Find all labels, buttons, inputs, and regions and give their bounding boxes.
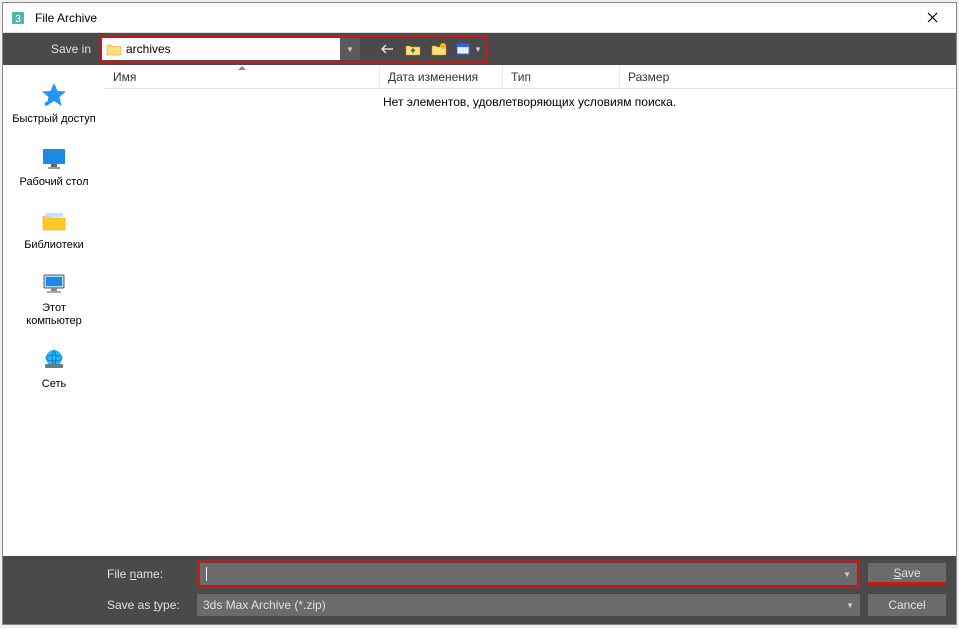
location-dropdown-button[interactable]: ▼ bbox=[340, 38, 360, 60]
sidebar-label: Рабочий стол bbox=[3, 176, 105, 189]
libraries-icon bbox=[38, 205, 70, 237]
up-folder-button[interactable] bbox=[402, 38, 424, 60]
save-in-field[interactable] bbox=[102, 38, 340, 60]
save-button[interactable]: Save bbox=[868, 563, 946, 585]
close-button[interactable] bbox=[912, 4, 952, 32]
column-header-name[interactable]: Имя bbox=[105, 65, 380, 88]
new-folder-button[interactable] bbox=[428, 38, 450, 60]
file-archive-dialog: 3 File Archive Save in ▼ bbox=[2, 2, 957, 625]
titlebar: 3 File Archive bbox=[3, 3, 956, 33]
empty-message: Нет элементов, удовлетворяющих условиям … bbox=[105, 95, 956, 109]
save-as-type-label: Save as type: bbox=[107, 598, 193, 612]
sidebar-label: Сеть bbox=[3, 378, 105, 391]
view-menu-button[interactable]: ▼ bbox=[454, 38, 484, 60]
computer-icon bbox=[38, 268, 70, 300]
window-title: File Archive bbox=[33, 11, 912, 25]
app-icon: 3 bbox=[9, 9, 27, 27]
toolbar: Save in ▼ bbox=[3, 33, 956, 65]
column-header-type[interactable]: Тип bbox=[503, 65, 620, 88]
save-as-type-select[interactable]: 3ds Max Archive (*.zip) ▼ bbox=[197, 594, 860, 616]
chevron-down-icon[interactable]: ▼ bbox=[843, 570, 851, 579]
cancel-button[interactable]: Cancel bbox=[868, 594, 946, 616]
file-list[interactable]: Нет элементов, удовлетворяющих условиям … bbox=[105, 89, 956, 556]
save-in-group: ▼ bbox=[99, 35, 487, 63]
sidebar-item-quick-access[interactable]: Быстрый доступ bbox=[3, 75, 105, 138]
file-list-area: Имя Дата изменения Тип Размер Нет элемен… bbox=[105, 65, 956, 556]
svg-text:3: 3 bbox=[15, 14, 21, 25]
sidebar-item-network[interactable]: Сеть bbox=[3, 340, 105, 403]
desktop-icon bbox=[38, 142, 70, 174]
places-sidebar: Быстрый доступ Рабочий стол bbox=[3, 65, 105, 556]
folder-icon bbox=[106, 42, 122, 56]
network-icon bbox=[38, 344, 70, 376]
location-input[interactable] bbox=[126, 38, 340, 60]
chevron-down-icon[interactable]: ▼ bbox=[846, 601, 854, 610]
column-header-date[interactable]: Дата изменения bbox=[380, 65, 503, 88]
quick-access-icon bbox=[38, 79, 70, 111]
sidebar-label: Этоткомпьютер bbox=[3, 302, 105, 328]
sidebar-label: Библиотеки bbox=[3, 239, 105, 252]
sidebar-item-desktop[interactable]: Рабочий стол bbox=[3, 138, 105, 201]
sidebar-item-libraries[interactable]: Библиотеки bbox=[3, 201, 105, 264]
file-name-input[interactable]: ▼ bbox=[200, 563, 857, 585]
sidebar-item-this-pc[interactable]: Этоткомпьютер bbox=[3, 264, 105, 340]
back-button[interactable] bbox=[376, 38, 398, 60]
bottom-panel: File name: ▼ Save Save as type: bbox=[3, 556, 956, 624]
column-header-size[interactable]: Размер bbox=[620, 65, 720, 88]
sidebar-label: Быстрый доступ bbox=[3, 113, 105, 126]
file-name-label: File name: bbox=[107, 567, 193, 581]
save-in-label: Save in bbox=[9, 42, 99, 56]
column-headers: Имя Дата изменения Тип Размер bbox=[105, 65, 956, 89]
